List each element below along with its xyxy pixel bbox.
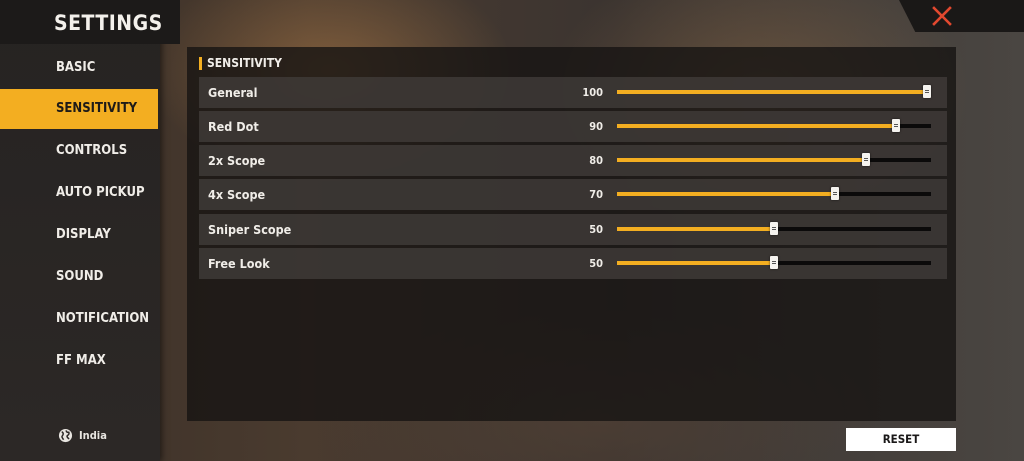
slider-track[interactable] [617, 187, 931, 200]
slider-track[interactable] [617, 119, 931, 132]
reset-button[interactable]: RESET [846, 428, 956, 451]
slider-row-free-look: Free Look 50 [199, 248, 947, 279]
slider-handle[interactable] [770, 222, 778, 235]
sidebar-item-basic[interactable]: BASIC [0, 48, 158, 88]
slider-fill [617, 192, 836, 196]
slider-label: Red Dot [208, 119, 259, 134]
slider-track[interactable] [617, 256, 931, 269]
slider-label: General [208, 85, 258, 100]
sidebar-item-sensitivity[interactable]: SENSITIVITY [0, 89, 158, 129]
slider-row-general: General 100 [199, 77, 947, 108]
globe-icon [58, 428, 73, 442]
sidebar-item-controls[interactable]: CONTROLS [0, 131, 158, 171]
sidebar-item-ff-max[interactable]: FF MAX [0, 341, 158, 381]
slider-handle[interactable] [923, 85, 931, 98]
region-label: India [79, 428, 107, 442]
slider-row-sniper-scope: Sniper Scope 50 [199, 214, 947, 245]
section-header: SENSITIVITY [199, 56, 282, 70]
slider-fill [617, 158, 866, 162]
region-selector[interactable]: India [58, 425, 107, 445]
slider-label: Sniper Scope [208, 222, 292, 237]
slider-label: 4x Scope [208, 187, 266, 202]
slider-value: 100 [582, 86, 603, 99]
sensitivity-panel: SENSITIVITY General 100 Red Dot 90 2x Sc… [187, 47, 956, 421]
sidebar-item-display[interactable]: DISPLAY [0, 215, 158, 255]
slider-fill [617, 90, 927, 94]
sidebar-item-sound[interactable]: SOUND [0, 257, 158, 297]
section-accent-bar [199, 56, 202, 70]
slider-handle[interactable] [770, 256, 778, 269]
slider-track[interactable] [617, 85, 931, 98]
slider-fill [617, 124, 897, 128]
slider-value: 90 [589, 120, 603, 133]
slider-track[interactable] [617, 153, 931, 166]
slider-handle[interactable] [831, 187, 840, 200]
slider-value: 50 [589, 223, 603, 236]
sidebar-item-notification[interactable]: NOTIFICATION [0, 299, 158, 339]
page-title: SETTINGS [0, 0, 180, 44]
slider-label: 2x Scope [208, 153, 266, 168]
close-tab [899, 0, 1024, 32]
slider-value: 50 [589, 257, 603, 270]
slider-row-2x-scope: 2x Scope 80 [199, 145, 947, 176]
slider-row-4x-scope: 4x Scope 70 [199, 179, 947, 210]
slider-handle[interactable] [892, 119, 901, 132]
slider-label: Free Look [208, 256, 270, 271]
slider-handle[interactable] [861, 153, 870, 166]
sidebar: SETTINGS BASIC SENSITIVITY CONTROLS AUTO… [0, 0, 180, 461]
sidebar-item-auto-pickup[interactable]: AUTO PICKUP [0, 173, 158, 213]
close-icon[interactable] [931, 5, 953, 27]
slider-fill [617, 261, 774, 265]
slider-value: 80 [589, 154, 603, 167]
section-title: SENSITIVITY [207, 56, 282, 70]
slider-track[interactable] [617, 222, 931, 235]
slider-value: 70 [589, 188, 603, 201]
slider-fill [617, 227, 774, 231]
slider-row-red-dot: Red Dot 90 [199, 111, 947, 142]
